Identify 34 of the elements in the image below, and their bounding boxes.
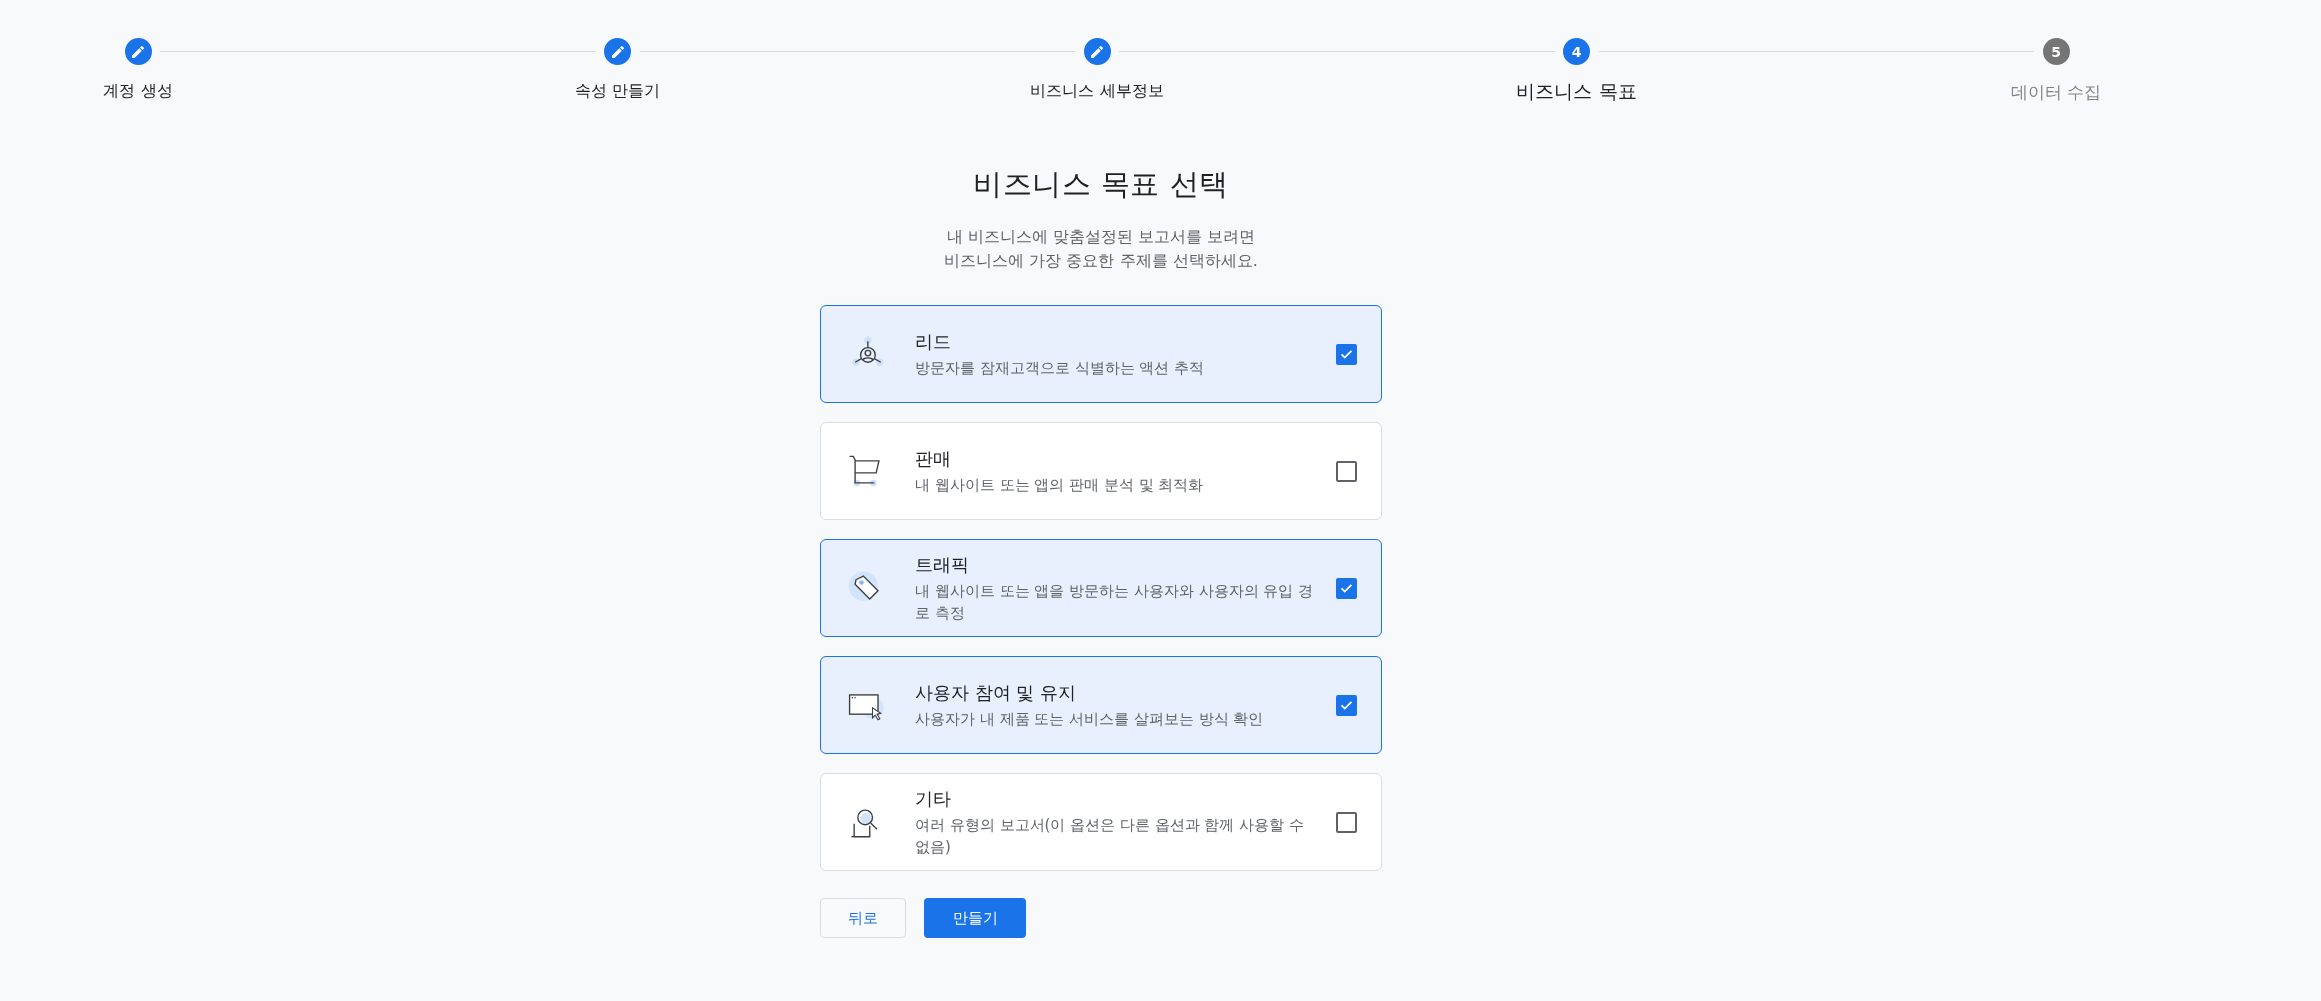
- goal-option-card[interactable]: 트래픽 내 웹사이트 또는 앱을 방문하는 사용자와 사용자의 유입 경로 측정: [820, 539, 1382, 637]
- step-label: 데이터 수집: [2010, 81, 2102, 104]
- step-label: 계정 생성: [103, 81, 173, 102]
- edit-step-icon[interactable]: [604, 38, 631, 65]
- back-button[interactable]: 뒤로: [820, 898, 906, 938]
- option-title: 사용자 참여 및 유지: [915, 680, 1078, 705]
- checkbox[interactable]: [1336, 811, 1357, 833]
- option-title: 판매: [915, 446, 952, 471]
- option-title: 리드: [915, 329, 952, 354]
- option-description: 방문자를 잠재고객으로 식별하는 액션 추적: [915, 357, 1206, 379]
- step-label: 속성 만들기: [574, 81, 661, 102]
- checkbox[interactable]: [1336, 343, 1357, 365]
- goal-option-card[interactable]: 판매 내 웹사이트 또는 앱의 판매 분석 및 최적화: [820, 422, 1382, 520]
- checkbox[interactable]: [1336, 694, 1357, 716]
- step-number: 5: [2042, 38, 2070, 65]
- create-button[interactable]: 만들기: [924, 898, 1026, 938]
- option-title: 기타: [915, 786, 952, 811]
- option-description: 내 웹사이트 또는 앱을 방문하는 사용자와 사용자의 유입 경로 측정: [915, 580, 1315, 624]
- goal-option-card[interactable]: 리드 방문자를 잠재고객으로 식별하는 액션 추적: [820, 305, 1382, 403]
- edit-step-icon[interactable]: [124, 38, 152, 65]
- goal-option-card[interactable]: 기타 여러 유형의 보고서(이 옵션은 다른 옵션과 함께 사용할 수 없음): [820, 773, 1382, 871]
- option-description: 내 웹사이트 또는 앱의 판매 분석 및 최적화: [915, 474, 1205, 496]
- goal-option-card[interactable]: 사용자 참여 및 유지 사용자가 내 제품 또는 서비스를 살펴보는 방식 확인: [820, 656, 1382, 754]
- page-subtitle: 내 비즈니스에 맞춤설정된 보고서를 보려면 비즈니스에 가장 중요한 주제를 선택하세요.: [943, 226, 1259, 272]
- option-description: 여러 유형의 보고서(이 옵션은 다른 옵션과 함께 사용할 수 없음): [915, 814, 1305, 858]
- edit-step-icon[interactable]: [1083, 38, 1111, 65]
- option-title: 트래픽: [915, 552, 970, 577]
- step-label: 비즈니스 목표: [1516, 79, 1637, 104]
- checkbox[interactable]: [1336, 460, 1357, 482]
- step-label: 비즈니스 세부정보: [1030, 81, 1164, 102]
- option-description: 사용자가 내 제품 또는 서비스를 살펴보는 방식 확인: [915, 708, 1265, 730]
- step-number: 4: [1563, 38, 1590, 65]
- page-title: 비즈니스 목표 선택: [972, 166, 1230, 203]
- checkbox[interactable]: [1336, 577, 1357, 599]
